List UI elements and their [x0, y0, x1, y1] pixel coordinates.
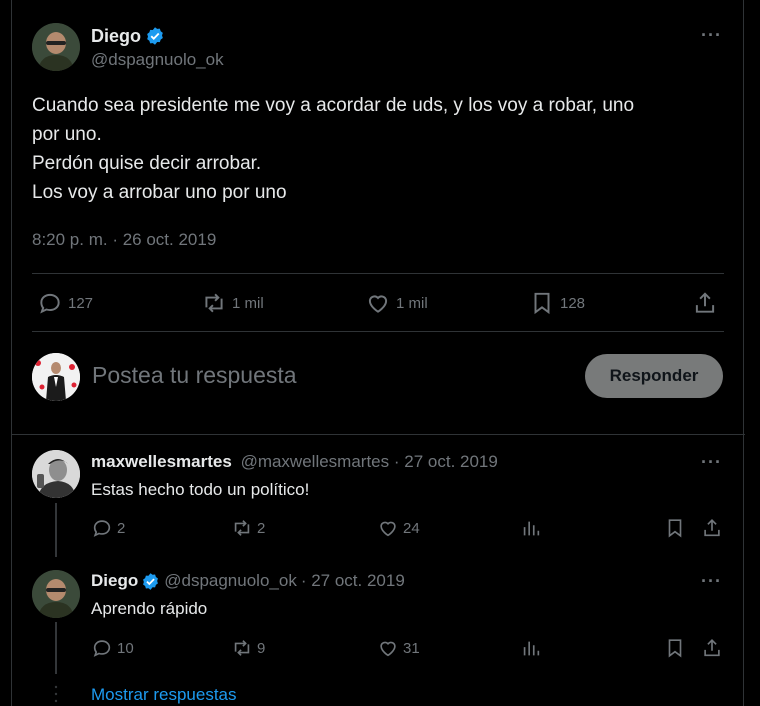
like-count: 1 mil [396, 294, 428, 312]
repost-count: 2 [257, 519, 266, 537]
repost-button[interactable]: 9 [231, 637, 265, 659]
reply-input[interactable]: Postea tu respuesta [92, 362, 297, 389]
verified-badge-icon [147, 27, 163, 45]
avatar-photo [32, 570, 80, 618]
user-avatar[interactable] [32, 353, 80, 401]
tweet-text-line: Los voy a arrobar uno por uno [32, 182, 287, 203]
timeline-column: Diego @dspagnuolo_ok ··· Cuando sea pres… [11, 0, 745, 706]
share-button[interactable] [701, 517, 723, 539]
author-name[interactable]: Diego [91, 26, 141, 47]
reply-avatar[interactable] [32, 570, 80, 618]
author-avatar[interactable] [32, 23, 80, 71]
reply-count: 127 [68, 294, 94, 312]
bookmark-button[interactable] [664, 517, 686, 539]
author-name-row: Diego [91, 25, 165, 47]
reply-button[interactable]: 2 [91, 517, 125, 539]
like-count: 31 [403, 639, 420, 657]
thread-line [55, 503, 57, 557]
reply-author-name[interactable]: maxwellesmartes [91, 452, 232, 471]
reply-icon [93, 640, 111, 657]
like-icon [368, 295, 388, 313]
views-icon [523, 641, 540, 656]
reply-text: Aprendo rápido [91, 599, 208, 618]
repost-icon [234, 520, 250, 536]
reply-button[interactable]: 10 [91, 637, 134, 659]
more-icon[interactable]: ··· [701, 452, 722, 473]
repost-count: 9 [257, 639, 266, 657]
like-button[interactable]: 24 [377, 517, 420, 539]
share-icon [704, 519, 720, 537]
reply-date[interactable]: · 27 oct. 2019 [394, 452, 498, 471]
tweet-text: Cuando sea presidente me voy a acordar d… [32, 91, 722, 207]
like-icon [380, 521, 396, 537]
thread-dots [54, 684, 58, 706]
repost-button[interactable]: 2 [231, 517, 265, 539]
like-button[interactable]: 1 mil [365, 290, 428, 316]
tweet-text-line: Perdón quise decir arrobar. [32, 153, 262, 174]
like-count: 24 [403, 519, 420, 537]
share-icon [704, 639, 720, 657]
reply-icon [93, 520, 111, 537]
reply-button[interactable]: 127 [37, 290, 93, 316]
bookmark-count: 128 [560, 294, 586, 312]
reply-icon [40, 293, 60, 314]
reply-count: 2 [117, 519, 126, 537]
reply-avatar[interactable] [32, 450, 80, 498]
divider [32, 331, 724, 332]
more-icon[interactable]: ··· [701, 25, 722, 46]
share-icon [695, 292, 715, 313]
more-icon[interactable]: ··· [701, 571, 722, 592]
reply-header: maxwellesmartes @maxwellesmartes · 27 oc… [91, 452, 498, 472]
reply-count: 10 [117, 639, 134, 657]
views-button[interactable] [520, 637, 542, 659]
like-button[interactable]: 31 [377, 637, 420, 659]
verified-badge-icon [143, 572, 159, 590]
reply-author-name[interactable]: Diego [91, 571, 138, 591]
divider [12, 434, 745, 435]
thread-line [55, 622, 57, 674]
avatar-photo [32, 450, 80, 498]
reply-author-handle[interactable]: @maxwellesmartes [241, 452, 390, 471]
like-icon [380, 641, 396, 657]
reply-submit-button[interactable]: Responder [585, 354, 723, 398]
avatar-photo [32, 23, 80, 71]
tweet-text-line: por uno. [32, 124, 102, 145]
bookmark-icon [668, 519, 682, 538]
divider [32, 273, 724, 274]
views-icon [523, 521, 540, 536]
repost-icon [205, 293, 223, 313]
author-handle[interactable]: @dspagnuolo_ok [91, 50, 224, 70]
tweet-text-line: Cuando sea presidente me voy a acordar d… [32, 95, 635, 116]
bookmark-button[interactable] [664, 637, 686, 659]
share-button[interactable] [692, 290, 718, 316]
ellipsis-vertical-icon [54, 685, 58, 703]
repost-button[interactable]: 1 mil [201, 290, 264, 316]
bookmark-icon [668, 639, 682, 658]
tweet-timestamp[interactable]: 8:20 p. m. · 26 oct. 2019 [32, 230, 216, 250]
reply-text: Estas hecho todo un político! [91, 480, 310, 499]
views-button[interactable] [520, 517, 542, 539]
avatar-photo [32, 353, 80, 401]
show-replies-link[interactable]: Mostrar respuestas [91, 685, 237, 705]
reply-author-handle[interactable]: @dspagnuolo_ok [164, 571, 297, 591]
bookmark-icon [534, 292, 550, 315]
share-button[interactable] [701, 637, 723, 659]
bookmark-button[interactable]: 128 [529, 290, 585, 316]
repost-icon [234, 640, 250, 656]
repost-count: 1 mil [232, 294, 264, 312]
reply-date[interactable]: · 27 oct. 2019 [301, 571, 405, 591]
reply-header: Diego @dspagnuolo_ok · 27 oct. 2019 [91, 571, 405, 591]
